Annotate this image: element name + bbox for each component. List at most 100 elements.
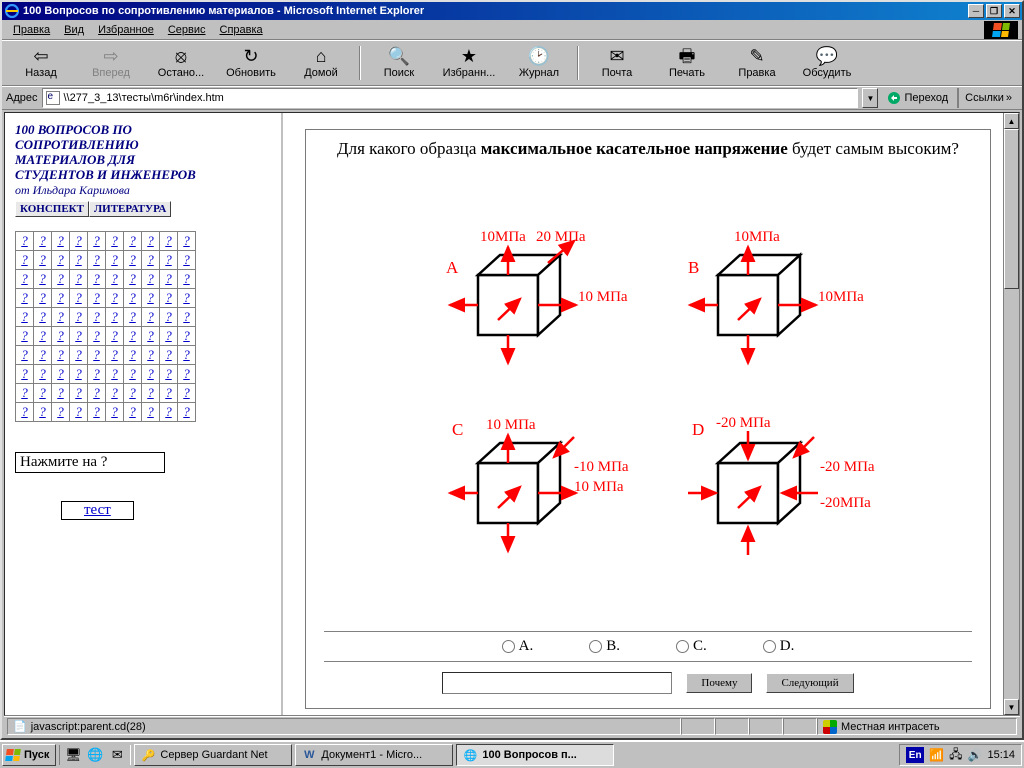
question-cell[interactable]: ? (124, 231, 142, 250)
question-cell[interactable]: ? (142, 307, 160, 326)
task-ie[interactable]: 🌐100 Вопросов п... (456, 744, 614, 766)
tb-edit[interactable]: ✎Правка (722, 43, 792, 83)
answer-b[interactable]: B. (589, 638, 620, 655)
question-cell[interactable]: ? (52, 288, 70, 307)
question-cell[interactable]: ? (178, 402, 196, 421)
ql-desktop-icon[interactable]: 🖥 (63, 745, 83, 765)
question-cell[interactable]: ? (34, 250, 52, 269)
question-cell[interactable]: ? (142, 269, 160, 288)
question-cell[interactable]: ? (178, 288, 196, 307)
question-cell[interactable]: ? (88, 269, 106, 288)
question-cell[interactable]: ? (142, 288, 160, 307)
menu-favorites[interactable]: Избранное (91, 22, 161, 38)
menu-view[interactable]: Вид (57, 22, 91, 38)
question-cell[interactable]: ? (52, 402, 70, 421)
restore-button[interactable]: ❐ (986, 4, 1002, 18)
question-cell[interactable]: ? (142, 364, 160, 383)
question-cell[interactable]: ? (88, 402, 106, 421)
question-cell[interactable]: ? (88, 231, 106, 250)
question-cell[interactable]: ? (142, 326, 160, 345)
question-cell[interactable]: ? (16, 364, 34, 383)
tray-volume-icon[interactable]: 🔊 (968, 748, 983, 762)
task-guardant[interactable]: 🔑Сервер Guardant Net (134, 744, 292, 766)
question-cell[interactable]: ? (88, 345, 106, 364)
question-cell[interactable]: ? (178, 326, 196, 345)
question-cell[interactable]: ? (16, 307, 34, 326)
address-dropdown[interactable]: ▼ (862, 88, 878, 108)
question-cell[interactable]: ? (88, 364, 106, 383)
question-cell[interactable]: ? (124, 402, 142, 421)
question-cell[interactable]: ? (124, 364, 142, 383)
test-link[interactable]: тест (61, 501, 134, 520)
ql-ie-icon[interactable]: 🌐 (85, 745, 105, 765)
question-cell[interactable]: ? (106, 326, 124, 345)
question-cell[interactable]: ? (124, 383, 142, 402)
question-cell[interactable]: ? (142, 402, 160, 421)
start-button[interactable]: Пуск (2, 744, 56, 766)
question-cell[interactable]: ? (178, 345, 196, 364)
question-cell[interactable]: ? (124, 250, 142, 269)
tb-forward[interactable]: ⇨Вперед (76, 43, 146, 83)
question-cell[interactable]: ? (160, 345, 178, 364)
question-cell[interactable]: ? (34, 402, 52, 421)
question-cell[interactable]: ? (178, 231, 196, 250)
question-cell[interactable]: ? (106, 250, 124, 269)
question-cell[interactable]: ? (124, 345, 142, 364)
question-cell[interactable]: ? (52, 326, 70, 345)
scroll-thumb[interactable] (1004, 129, 1019, 289)
question-cell[interactable]: ? (70, 250, 88, 269)
question-cell[interactable]: ? (52, 383, 70, 402)
question-cell[interactable]: ? (52, 269, 70, 288)
question-cell[interactable]: ? (34, 383, 52, 402)
question-cell[interactable]: ? (88, 326, 106, 345)
address-input[interactable]: \\277_3_13\тесты\m6r\index.htm (42, 88, 859, 108)
question-cell[interactable]: ? (142, 345, 160, 364)
question-cell[interactable]: ? (124, 307, 142, 326)
next-button[interactable]: Следующий (766, 673, 853, 693)
answer-c[interactable]: C. (676, 638, 707, 655)
question-cell[interactable]: ? (52, 364, 70, 383)
question-cell[interactable]: ? (70, 402, 88, 421)
question-cell[interactable]: ? (106, 269, 124, 288)
tb-print[interactable]: 🖶Печать (652, 43, 722, 83)
menu-help[interactable]: Справка (213, 22, 270, 38)
question-cell[interactable]: ? (88, 250, 106, 269)
question-cell[interactable]: ? (16, 383, 34, 402)
question-cell[interactable]: ? (106, 231, 124, 250)
question-cell[interactable]: ? (160, 326, 178, 345)
question-cell[interactable]: ? (160, 402, 178, 421)
question-cell[interactable]: ? (88, 288, 106, 307)
answer-d[interactable]: D. (763, 638, 795, 655)
question-cell[interactable]: ? (124, 288, 142, 307)
question-cell[interactable]: ? (70, 383, 88, 402)
question-cell[interactable]: ? (178, 364, 196, 383)
tb-home[interactable]: ⌂Домой (286, 43, 356, 83)
question-cell[interactable]: ? (106, 288, 124, 307)
ql-outlook-icon[interactable]: ✉ (107, 745, 127, 765)
question-cell[interactable]: ? (34, 269, 52, 288)
lang-indicator[interactable]: En (906, 747, 924, 763)
tb-refresh[interactable]: ↻Обновить (216, 43, 286, 83)
literature-button[interactable]: ЛИТЕРАТУРА (89, 201, 171, 217)
question-cell[interactable]: ? (70, 269, 88, 288)
clock[interactable]: 15:14 (987, 749, 1015, 761)
tb-search[interactable]: 🔍Поиск (364, 43, 434, 83)
question-cell[interactable]: ? (70, 345, 88, 364)
question-cell[interactable]: ? (52, 307, 70, 326)
tb-stop[interactable]: ⦻Остано... (146, 43, 216, 83)
links-button[interactable]: Ссылки (957, 88, 1018, 108)
question-cell[interactable]: ? (106, 383, 124, 402)
question-cell[interactable]: ? (160, 364, 178, 383)
question-cell[interactable]: ? (88, 307, 106, 326)
question-cell[interactable]: ? (106, 402, 124, 421)
question-cell[interactable]: ? (124, 326, 142, 345)
question-cell[interactable]: ? (142, 231, 160, 250)
question-cell[interactable]: ? (160, 231, 178, 250)
vertical-scrollbar[interactable]: ▲ ▼ (1003, 113, 1019, 715)
question-cell[interactable]: ? (178, 307, 196, 326)
question-cell[interactable]: ? (160, 269, 178, 288)
question-cell[interactable]: ? (16, 345, 34, 364)
question-cell[interactable]: ? (160, 383, 178, 402)
answer-field[interactable] (442, 672, 672, 694)
question-cell[interactable]: ? (70, 326, 88, 345)
